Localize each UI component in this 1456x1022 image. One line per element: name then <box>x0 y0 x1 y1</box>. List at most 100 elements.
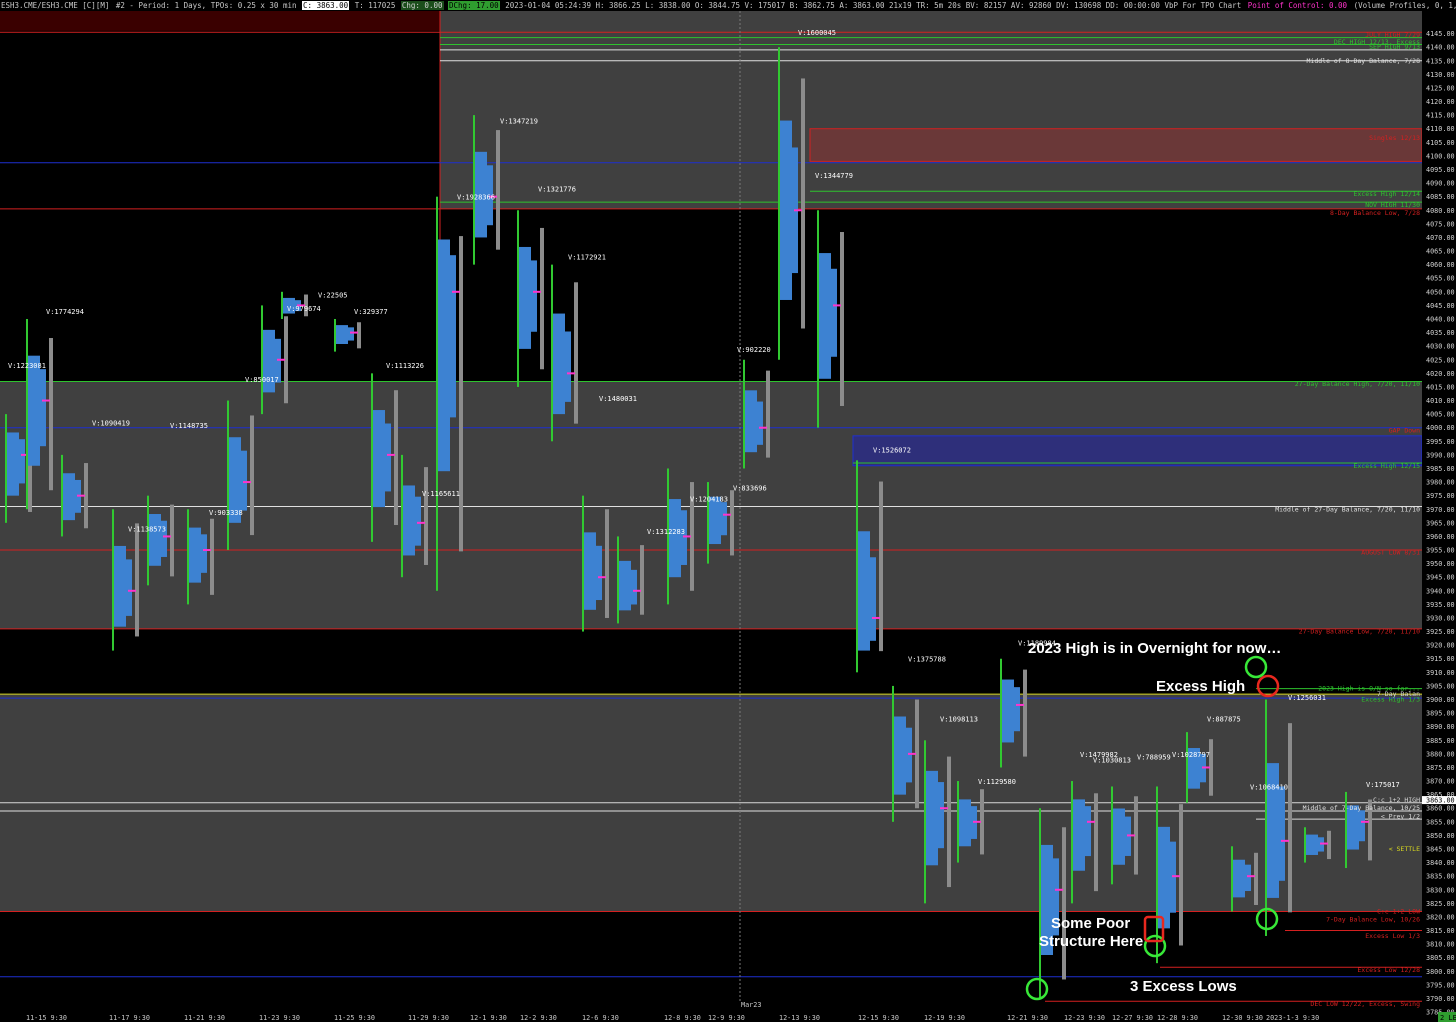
price-tick-label: 4045.00 <box>1426 302 1455 310</box>
price-tick-label: 3950.00 <box>1426 560 1455 568</box>
level-label: Excess High 12/15 <box>1353 462 1420 470</box>
tpo-tail <box>26 318 28 510</box>
price-tick-label: 4085.00 <box>1426 193 1455 201</box>
level-label: C:c 1+2 HIGH <box>1373 796 1420 804</box>
price-tick-label: 4135.00 <box>1426 57 1455 65</box>
price-tick-label: 3940.00 <box>1426 587 1455 595</box>
time-tick-label: 11-21 9:30 <box>184 1014 225 1022</box>
time-tick-label: 12-1 9:30 <box>470 1014 507 1022</box>
tpo-value-area <box>1245 864 1251 892</box>
time-tick-label: 12-2 9:30 <box>520 1014 557 1022</box>
price-tick-label: 3880.00 <box>1426 750 1455 758</box>
volume-profile <box>801 78 805 329</box>
point-of-control-marker <box>533 290 541 293</box>
price-tick-label: 3955.00 <box>1426 547 1455 555</box>
volume-label: V:1165611 <box>422 490 460 498</box>
tpo-value-area <box>926 770 938 866</box>
volume-profile <box>1062 827 1066 980</box>
tpo-value-area <box>1085 806 1091 857</box>
tpo-value-area <box>415 496 421 546</box>
tpo-value-area <box>1359 810 1365 842</box>
tpo-tail <box>667 468 669 605</box>
tpo-tail <box>147 495 149 586</box>
price-tick-label: 3810.00 <box>1426 941 1455 949</box>
point-of-control-marker <box>973 820 981 823</box>
daily-change-field: DChg: 17.00 <box>448 1 500 10</box>
tpo-tail <box>1000 658 1002 768</box>
tpo-value-area <box>63 473 75 521</box>
price-tick-label: 4120.00 <box>1426 98 1455 106</box>
price-tick-label: 3945.00 <box>1426 574 1455 582</box>
tpo-value-area <box>1113 808 1125 865</box>
point-of-control-marker <box>1127 834 1135 837</box>
point-of-control-marker <box>417 521 425 524</box>
price-tick-label: 3995.00 <box>1426 438 1455 446</box>
time-tick-label: 11-25 9:30 <box>334 1014 375 1022</box>
level-label: Excess High 1/3 <box>1361 696 1420 704</box>
point-of-control-marker <box>794 209 802 212</box>
tpo-tail <box>1186 732 1188 803</box>
point-of-control-marker <box>163 535 171 538</box>
price-tick-label: 4035.00 <box>1426 329 1455 337</box>
time-tick-label: 12-23 9:30 <box>1064 1014 1105 1022</box>
level-label: 27-Day Balance Low, 7/20, 11/10 <box>1299 628 1420 636</box>
price-tick-label: 4015.00 <box>1426 383 1455 391</box>
volume-label: V:22505 <box>318 292 348 300</box>
price-tick-label: 3825.00 <box>1426 900 1455 908</box>
price-axis <box>1422 11 1456 1022</box>
price-tick-label: 4140.00 <box>1426 44 1455 52</box>
tpo-tail <box>778 47 780 360</box>
price-chart[interactable]: V:1600045 V:1347219 V:1928366 V:1321776 V:13… <box>0 11 1456 1022</box>
tpo-tail <box>1039 808 1041 999</box>
time-tick-label: 12-6 9:30 <box>582 1014 619 1022</box>
tpo-value-area <box>870 557 876 641</box>
volume-label: V:175017 <box>1366 781 1400 789</box>
level-label: Excess Low 1/3 <box>1365 932 1420 940</box>
volume-label: V:1028797 <box>1172 751 1210 759</box>
volume-profile <box>459 236 463 552</box>
level-label: Middle of 27-Day Balance, 7/20, 11/10 <box>1275 505 1420 513</box>
volume-label: V:1223081 <box>8 362 46 370</box>
annotation-circle <box>1244 655 1268 679</box>
tpo-tail <box>112 509 114 651</box>
tpo-value-area <box>149 514 161 566</box>
volume-profile <box>357 322 361 349</box>
volume-profile <box>540 227 544 370</box>
point-of-control-marker <box>1281 839 1289 842</box>
volume-label: V:1774294 <box>46 308 84 316</box>
point-of-control-marker <box>42 399 50 402</box>
price-tick-label: 4010.00 <box>1426 397 1455 405</box>
point-of-control-label: Point of Control: 0.00 <box>1247 1 1348 10</box>
tpo-value-area <box>1014 687 1020 732</box>
symbol-label[interactable]: ESH3.CME/ESH3.CME [C][M] <box>0 1 110 10</box>
quote-stats: 2023-01-04 05:24:39 H: 3866.25 L: 3838.0… <box>505 1 1242 10</box>
price-tick-label: 4040.00 <box>1426 315 1455 323</box>
point-of-control-marker <box>908 752 916 755</box>
volume-label: V:1928366 <box>457 194 495 202</box>
tpo-value-area <box>721 502 727 536</box>
volume-profile <box>840 232 844 406</box>
volume-label: V:329377 <box>354 308 388 316</box>
point-of-control-marker <box>1320 842 1328 845</box>
tpo-tail <box>61 454 63 537</box>
price-tick-label: 4030.00 <box>1426 343 1455 351</box>
annotation-circle <box>1256 674 1280 698</box>
price-tick-label: 3835.00 <box>1426 873 1455 881</box>
tpo-value-area <box>906 727 912 783</box>
tpo-value-area <box>959 799 971 847</box>
price-tick-label: 3815.00 <box>1426 927 1455 935</box>
last-price-field: C: 3863.00 <box>302 1 350 10</box>
tpo-tail <box>227 400 229 551</box>
tpo-value-area <box>403 485 415 556</box>
tpo-tail <box>473 115 475 265</box>
price-tick-label: 3895.00 <box>1426 710 1455 718</box>
volume-profile <box>135 523 139 637</box>
price-tick-label: 3840.00 <box>1426 859 1455 867</box>
point-of-control-marker <box>833 304 841 307</box>
tpo-value-area <box>126 559 132 616</box>
tpo-tail <box>401 454 403 578</box>
volume-profile <box>1327 830 1331 860</box>
annotation-poor-structure: Structure Here <box>1039 933 1143 950</box>
tpo-tail <box>1231 846 1233 912</box>
tpo-chart-window: ESH3.CME/ESH3.CME [C][M] #2 - Period: 1 … <box>0 0 1456 1022</box>
